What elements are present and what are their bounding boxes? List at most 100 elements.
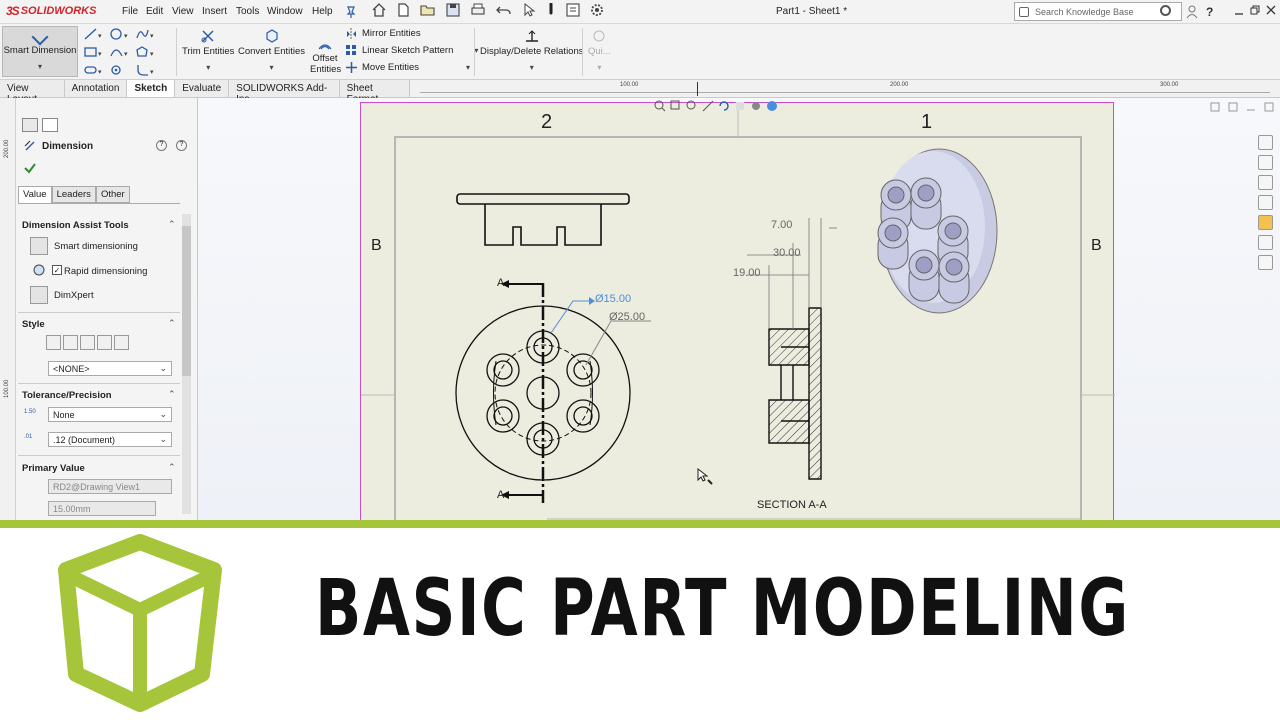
apply-style-icon[interactable]: [46, 335, 61, 350]
menu-window[interactable]: Window: [267, 6, 303, 17]
arc-tool-icon[interactable]: ▾: [110, 46, 130, 58]
forum-icon[interactable]: [1258, 255, 1273, 270]
slot-tool-icon[interactable]: ▾: [84, 64, 104, 76]
minimize-icon[interactable]: [1234, 6, 1244, 16]
primary-value-input[interactable]: 15.00mm: [48, 501, 156, 516]
circle-tool-icon[interactable]: ▾: [110, 28, 130, 40]
undo-icon[interactable]: [496, 3, 512, 17]
ok-check-icon[interactable]: [24, 162, 36, 174]
linear-sketch-pattern-button[interactable]: Linear Sketch Pattern ▾: [346, 45, 478, 56]
tab-evaluate[interactable]: Evaluate: [175, 80, 230, 97]
tab-sheet-format[interactable]: Sheet Format: [340, 80, 410, 105]
file-properties-icon[interactable]: [566, 3, 580, 17]
collapse-caret-icon[interactable]: ⌃: [168, 219, 176, 230]
rapid-dimensioning-checkbox[interactable]: ✓: [52, 265, 62, 275]
design-library-icon[interactable]: [1258, 155, 1273, 170]
open-folder-icon[interactable]: [420, 3, 436, 17]
save-icon[interactable]: [446, 3, 460, 17]
display-style-icon[interactable]: [734, 100, 746, 112]
chevron-down-icon[interactable]: ▾: [3, 62, 77, 71]
tolerance-type-select[interactable]: None ⌄: [48, 407, 172, 422]
style-select[interactable]: <NONE> ⌄: [48, 361, 172, 376]
help-icon[interactable]: ?: [156, 140, 167, 151]
menu-file[interactable]: File: [122, 6, 138, 17]
section-view-icon[interactable]: [702, 100, 714, 112]
delete-style-icon[interactable]: [80, 335, 95, 350]
select-arrow-icon[interactable]: [522, 3, 536, 17]
bolt-circle-dimension[interactable]: Ø25.00: [609, 311, 645, 323]
tab-solidworks-add-ins[interactable]: SOLIDWORKS Add-Ins: [229, 80, 340, 105]
menu-insert[interactable]: Insert: [202, 6, 227, 17]
restore-icon[interactable]: [1250, 5, 1260, 15]
hole-diameter-dimension[interactable]: Ø15.00: [595, 293, 631, 305]
spline-tool-icon[interactable]: ▾: [136, 28, 156, 40]
tab-annotation[interactable]: Annotation: [65, 80, 128, 97]
collapse-caret-icon[interactable]: ⌃: [168, 318, 176, 329]
dimension-19[interactable]: 19.00: [733, 267, 761, 279]
home-icon[interactable]: [372, 3, 386, 17]
add-style-icon[interactable]: [63, 335, 78, 350]
search-icon[interactable]: [1160, 5, 1171, 16]
tab-value[interactable]: Value: [18, 186, 52, 203]
restore-icon[interactable]: [1210, 102, 1220, 112]
options-gear-icon[interactable]: [590, 3, 606, 17]
new-document-icon[interactable]: [396, 3, 410, 17]
help-icon[interactable]: ?: [176, 140, 187, 151]
dimension-7[interactable]: 7.00: [771, 219, 792, 231]
user-icon[interactable]: [1186, 5, 1198, 19]
rotate-icon[interactable]: [718, 100, 730, 112]
view-palette-icon[interactable]: [1258, 195, 1273, 210]
maximize-icon[interactable]: [1264, 102, 1274, 112]
close-icon[interactable]: [1266, 5, 1276, 15]
pin-icon[interactable]: [346, 6, 356, 18]
sketch-fillet-icon[interactable]: ▾: [136, 64, 156, 76]
hide-show-icon[interactable]: [750, 100, 762, 112]
dimension-30[interactable]: 30.00: [773, 247, 801, 259]
search-box[interactable]: Search Knowledge Base: [1014, 2, 1182, 21]
solidworks-logo[interactable]: 3S SOLIDWORKS: [6, 4, 96, 18]
tab-other[interactable]: Other: [95, 186, 130, 203]
smart-dimension-button[interactable]: Smart Dimension ▾: [2, 26, 78, 77]
tab-view-layout[interactable]: View Layout: [0, 80, 65, 105]
move-entities-button[interactable]: Move Entities ▾: [346, 62, 478, 73]
search-input[interactable]: Search Knowledge Base: [1035, 7, 1134, 17]
home-icon[interactable]: [1258, 135, 1273, 150]
property-manager-tab[interactable]: [42, 118, 58, 132]
tile-icon[interactable]: [1228, 102, 1238, 112]
graphics-area[interactable]: 2 1 B B A A Ø15.00 Ø25.00 7.00 30.00 19.…: [198, 98, 1280, 533]
quick-snaps-button[interactable]: Qui... ▾: [588, 29, 611, 72]
rebuild-icon[interactable]: [546, 3, 556, 17]
custom-properties-icon[interactable]: [1258, 235, 1273, 250]
convert-entities-button[interactable]: Convert Entities ▾: [238, 29, 305, 72]
offset-entities-button[interactable]: Offset Entities: [310, 40, 341, 75]
smart-dimensioning-icon[interactable]: [30, 237, 48, 255]
dimxpert-icon[interactable]: [30, 286, 48, 304]
mirror-entities-button[interactable]: Mirror Entities: [346, 28, 478, 39]
drawing-sheet[interactable]: 2 1 B B A A Ø15.00 Ø25.00 7.00 30.00 19.…: [360, 102, 1115, 533]
help-icon[interactable]: ?: [1206, 5, 1213, 19]
feature-manager-tab[interactable]: [22, 118, 38, 132]
previous-view-icon[interactable]: [686, 100, 698, 112]
load-style-icon[interactable]: [114, 335, 129, 350]
polygon-tool-icon[interactable]: ▾: [136, 46, 156, 58]
zoom-to-fit-icon[interactable]: [654, 100, 666, 112]
collapse-caret-icon[interactable]: ⌃: [168, 389, 176, 400]
rectangle-tool-icon[interactable]: ▾: [84, 46, 104, 58]
collapse-caret-icon[interactable]: ⌃: [168, 462, 176, 473]
primary-value-reference[interactable]: RD2@Drawing View1: [48, 479, 172, 494]
menu-view[interactable]: View: [172, 6, 194, 17]
print-icon[interactable]: [470, 3, 486, 17]
file-explorer-icon[interactable]: [1258, 175, 1273, 190]
menu-help[interactable]: Help: [312, 6, 333, 17]
zoom-area-icon[interactable]: [670, 100, 682, 112]
chevron-down-icon[interactable]: ▾: [466, 63, 470, 72]
menu-edit[interactable]: Edit: [146, 6, 163, 17]
tab-leaders[interactable]: Leaders: [51, 186, 96, 203]
point-tool-icon[interactable]: [110, 64, 130, 76]
panel-scrollbar[interactable]: [182, 214, 191, 514]
precision-select[interactable]: .12 (Document) ⌄: [48, 432, 172, 447]
menu-tools[interactable]: Tools: [236, 6, 259, 17]
appearances-icon[interactable]: [1258, 215, 1273, 230]
tab-sketch[interactable]: Sketch: [127, 80, 176, 97]
display-delete-relations-button[interactable]: Display/Delete Relations ▾: [480, 29, 584, 72]
